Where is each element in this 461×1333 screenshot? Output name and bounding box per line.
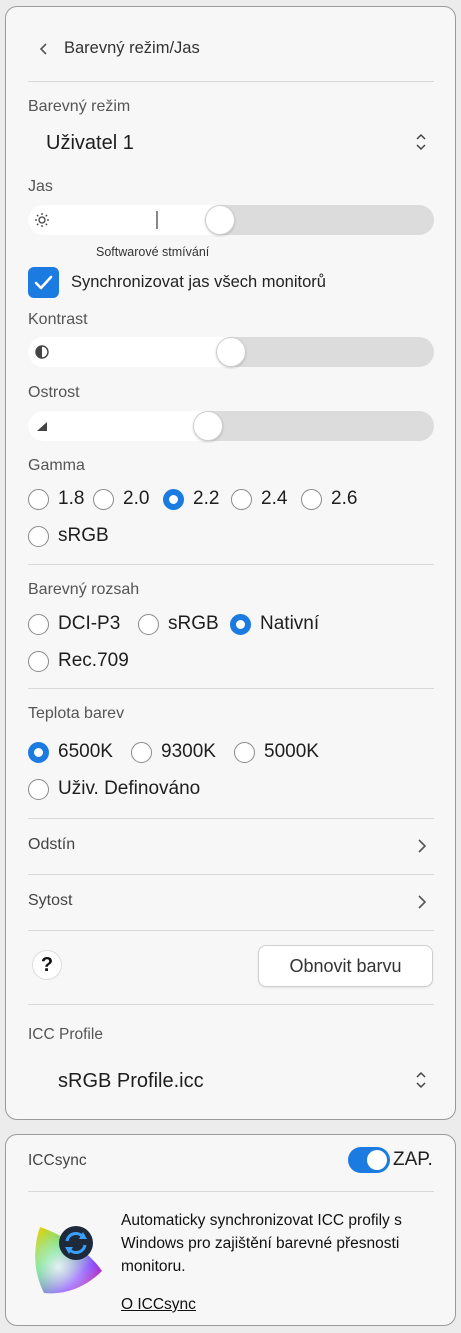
contrast-thumb[interactable] bbox=[216, 337, 246, 367]
brightness-slider[interactable] bbox=[28, 205, 434, 235]
radio-label: DCI-P3 bbox=[58, 613, 121, 634]
brightness-fill bbox=[28, 205, 220, 235]
divider bbox=[28, 688, 434, 689]
gamut-option-srgb[interactable]: sRGB bbox=[138, 613, 219, 635]
contrast-fill bbox=[28, 337, 231, 367]
gamma-option-1-8[interactable]: 1.8 bbox=[28, 488, 84, 510]
divider bbox=[28, 564, 434, 565]
icc-profile-value: sRGB Profile.icc bbox=[58, 1070, 204, 1092]
radio-dot bbox=[301, 488, 322, 510]
updown-chevron-icon bbox=[416, 133, 426, 151]
gamma-option-2-6[interactable]: 2.6 bbox=[301, 488, 357, 510]
sharpness-label: Ostrost bbox=[28, 384, 80, 401]
sync-brightness-label: Synchronizovat jas všech monitorů bbox=[71, 273, 326, 291]
hue-row[interactable]: Odstín bbox=[28, 819, 434, 873]
radio-label: sRGB bbox=[58, 525, 109, 546]
saturation-label: Sytost bbox=[28, 892, 73, 909]
contrast-icon bbox=[35, 345, 49, 359]
radio-label: Nativní bbox=[260, 613, 320, 634]
hue-label: Odstín bbox=[28, 836, 76, 853]
sharpness-thumb[interactable] bbox=[193, 411, 223, 441]
radio-label: Uživ. Definováno bbox=[58, 778, 201, 799]
sync-brightness-checkbox[interactable] bbox=[28, 267, 59, 298]
chevron-right-icon bbox=[418, 839, 427, 853]
sharpness-fill bbox=[28, 411, 208, 441]
radio-label: 2.2 bbox=[193, 488, 220, 509]
radio-label: 6500K bbox=[58, 741, 113, 762]
checkmark-icon bbox=[34, 275, 53, 290]
radio-label: 2.0 bbox=[123, 488, 150, 509]
updown-chevron-icon bbox=[416, 1071, 426, 1089]
reset-color-button[interactable]: Obnovit barvu bbox=[258, 945, 433, 987]
color-temp-option-5000k[interactable]: 5000K bbox=[234, 741, 319, 763]
color-settings-panel: Barevný režim/Jas Barevný režim Uživatel… bbox=[5, 6, 456, 1120]
sharpness-slider[interactable] bbox=[28, 411, 434, 441]
radio-dot bbox=[28, 650, 49, 672]
gamma-option-2-0[interactable]: 2.0 bbox=[93, 488, 149, 510]
divider bbox=[28, 1004, 434, 1005]
radio-dot bbox=[138, 613, 159, 635]
radio-label: Rec.709 bbox=[58, 650, 129, 671]
radio-dot bbox=[28, 488, 49, 510]
saturation-row[interactable]: Sytost bbox=[28, 875, 434, 929]
radio-dot bbox=[28, 741, 49, 763]
iccsync-title: ICCsync bbox=[28, 1152, 87, 1169]
iccsync-toggle-label: ZAP. bbox=[393, 1149, 433, 1170]
gamut-option-rec709[interactable]: Rec.709 bbox=[28, 650, 129, 672]
icc-profile-label: ICC Profile bbox=[28, 1026, 103, 1043]
sharpness-icon bbox=[37, 422, 47, 431]
radio-label: 2.4 bbox=[261, 488, 288, 509]
radio-label: 9300K bbox=[161, 741, 216, 762]
color-temp-label: Teplota barev bbox=[28, 705, 125, 722]
radio-dot bbox=[131, 741, 152, 763]
software-dim-label: Softwarové stmívání bbox=[96, 245, 210, 259]
radio-dot bbox=[28, 525, 49, 547]
gamma-label: Gamma bbox=[28, 457, 85, 474]
radio-dot bbox=[230, 613, 251, 635]
divider bbox=[28, 1191, 434, 1192]
color-mode-value: Uživatel 1 bbox=[46, 132, 134, 154]
divider bbox=[28, 81, 434, 82]
radio-dot bbox=[231, 488, 252, 510]
toggle-knob bbox=[367, 1150, 387, 1170]
color-mode-select[interactable]: Uživatel 1 bbox=[28, 123, 434, 163]
gamma-option-srgb[interactable]: sRGB bbox=[28, 525, 109, 547]
brightness-label: Jas bbox=[28, 178, 53, 195]
about-iccsync-link[interactable]: O ICCsync bbox=[121, 1296, 196, 1314]
radio-dot bbox=[28, 613, 49, 635]
sun-icon bbox=[35, 213, 49, 227]
chevron-left-icon[interactable] bbox=[36, 39, 50, 59]
radio-dot bbox=[234, 741, 255, 763]
iccsync-toggle[interactable] bbox=[348, 1147, 390, 1173]
chevron-right-icon bbox=[418, 895, 427, 909]
brightness-thumb[interactable] bbox=[205, 205, 235, 235]
radio-label: 1.8 bbox=[58, 488, 85, 509]
gamut-label: Barevný rozsah bbox=[28, 581, 140, 598]
icc-profile-select[interactable]: sRGB Profile.icc bbox=[28, 1061, 434, 1101]
radio-dot bbox=[163, 488, 184, 510]
contrast-slider[interactable] bbox=[28, 337, 434, 367]
color-temp-option-9300k[interactable]: 9300K bbox=[131, 741, 216, 763]
iccsync-panel: ICCsync ZAP. Automaticky synchronizovat … bbox=[5, 1134, 456, 1326]
gamma-option-2-2[interactable]: 2.2 bbox=[163, 488, 219, 510]
gamma-option-2-4[interactable]: 2.4 bbox=[231, 488, 287, 510]
help-button[interactable]: ? bbox=[32, 950, 62, 980]
color-temp-option-6500k[interactable]: 6500K bbox=[28, 741, 113, 763]
radio-label: 5000K bbox=[264, 741, 319, 762]
contrast-label: Kontrast bbox=[28, 311, 88, 328]
radio-label: 2.6 bbox=[331, 488, 358, 509]
iccsync-logo-icon bbox=[35, 1226, 103, 1294]
divider bbox=[28, 930, 434, 931]
radio-dot bbox=[28, 778, 49, 800]
color-mode-label: Barevný režim bbox=[28, 98, 131, 115]
gamut-option-native[interactable]: Nativní bbox=[230, 613, 319, 635]
radio-dot bbox=[93, 488, 114, 510]
color-temp-option-user[interactable]: Uživ. Definováno bbox=[28, 778, 200, 800]
page-title: Barevný režim/Jas bbox=[64, 39, 200, 57]
software-dim-marker bbox=[156, 211, 158, 229]
gamut-option-dci-p3[interactable]: DCI-P3 bbox=[28, 613, 120, 635]
radio-label: sRGB bbox=[168, 613, 219, 634]
iccsync-description: Automaticky synchronizovat ICC profily s… bbox=[121, 1212, 402, 1275]
